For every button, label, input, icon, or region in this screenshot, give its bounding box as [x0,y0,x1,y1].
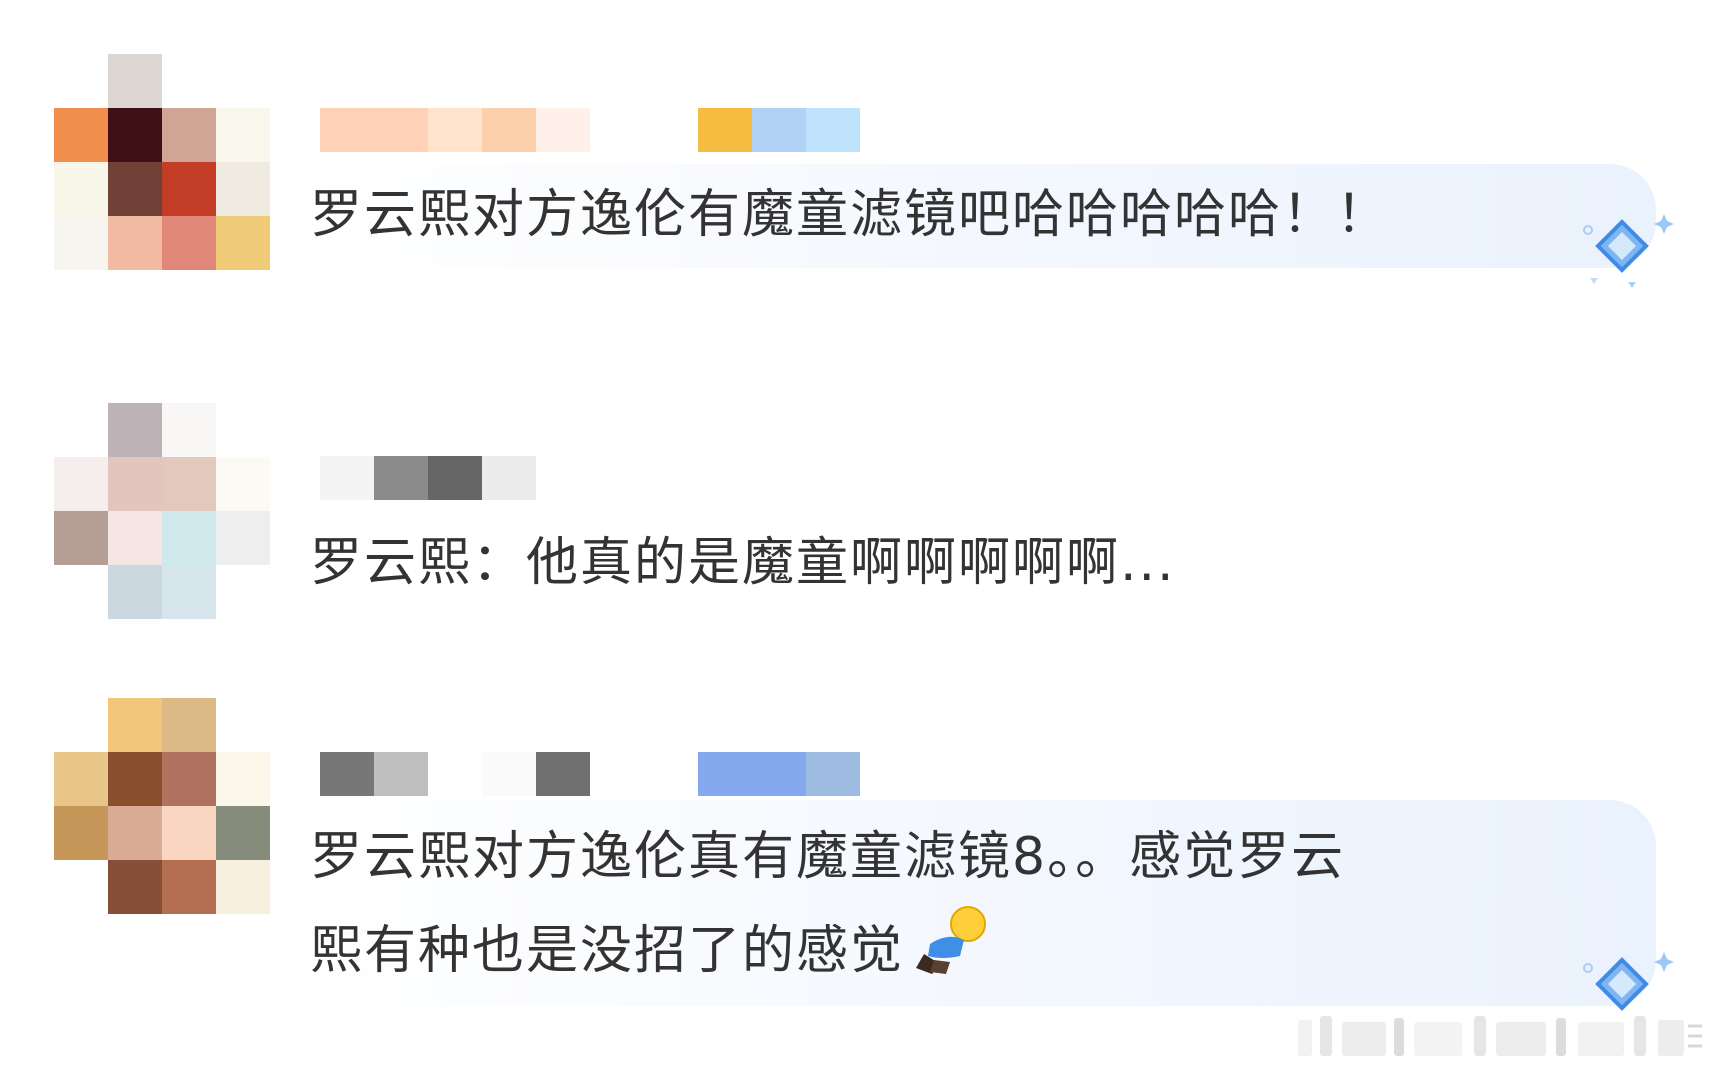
avatar-tile [162,698,216,752]
username-block [752,108,806,152]
avatar-tile [216,752,270,806]
username-block [374,108,428,152]
username-obscured[interactable] [320,456,880,500]
avatar-tile [216,457,270,511]
avatar-tile [216,216,270,270]
avatar-tile [54,162,108,216]
diamond-badge-icon [1583,214,1674,288]
username-block [536,752,590,796]
avatar[interactable] [54,698,270,914]
username-block [482,752,536,796]
avatar-tile [162,806,216,860]
username-block [806,752,860,796]
username-block [698,108,752,152]
avatar-tile [54,457,108,511]
avatar-tile [162,752,216,806]
username-block [536,108,590,152]
avatar[interactable] [54,54,270,270]
avatar-tile [162,457,216,511]
username-block [752,752,806,796]
username-block [374,456,428,500]
username-block [320,752,374,796]
comment-body[interactable]: 罗云熙：他真的是魔童啊啊啊啊啊... [296,516,1656,616]
avatar-tile [108,806,162,860]
avatar-tile [54,108,108,162]
username-block [482,456,536,500]
username-block [320,108,374,152]
avatar-tile [162,565,216,619]
username-block [806,108,860,152]
username-block [428,108,482,152]
username-block [482,108,536,152]
avatar-tile [216,511,270,565]
avatar-tile [108,565,162,619]
avatar-tile [108,457,162,511]
avatar-tile [216,860,270,914]
weibo-watermark-icon [1298,1016,1702,1056]
avatar-tile [162,403,216,457]
avatar-tile [216,108,270,162]
comment-bubble[interactable]: 罗云熙对方逸伦真有魔童滤镜8。。感觉罗云 熙有种也是没招了的感觉 [296,800,1656,1006]
comment-text: 罗云熙对方逸伦真有魔童滤镜8。。感觉罗云 熙有种也是没招了的感觉 [310,810,1345,998]
username-block [320,456,374,500]
comment-text: 罗云熙：他真的是魔童啊啊啊啊啊... [310,533,1176,593]
comment-bubble[interactable]: 罗云熙对方逸伦有魔童滤镜吧哈哈哈哈哈！！ [296,164,1656,268]
avatar[interactable] [54,403,270,619]
avatar-tile [162,511,216,565]
avatar-tile [216,806,270,860]
comment-text-content: 罗云熙对方逸伦真有魔童滤镜8。。感觉罗云 熙有种也是没招了的感觉 [310,827,1346,981]
avatar-tile [108,860,162,914]
avatar-tile [108,511,162,565]
avatar-tile [54,806,108,860]
username-block [698,752,752,796]
avatar-tile [162,216,216,270]
avatar-tile [162,860,216,914]
avatar-tile [108,216,162,270]
avatar-tile [108,403,162,457]
username-block [374,752,428,796]
username-obscured[interactable] [320,108,880,152]
watermark [1298,1012,1708,1060]
avatar-tile [54,216,108,270]
avatar-tile [108,698,162,752]
avatar-tile [216,162,270,216]
avatar-tile [54,752,108,806]
avatar-tile [108,162,162,216]
username-obscured[interactable] [320,752,880,796]
username-block [428,456,482,500]
avatar-tile [162,162,216,216]
avatar-tile [162,108,216,162]
avatar-tile [54,511,108,565]
avatar-tile [108,752,162,806]
comment-text: 罗云熙对方逸伦有魔童滤镜吧哈哈哈哈哈！！ [310,185,1391,245]
avatar-tile [108,108,162,162]
avatar-tile [108,54,162,108]
lying-figure-emoji-icon [916,906,987,974]
